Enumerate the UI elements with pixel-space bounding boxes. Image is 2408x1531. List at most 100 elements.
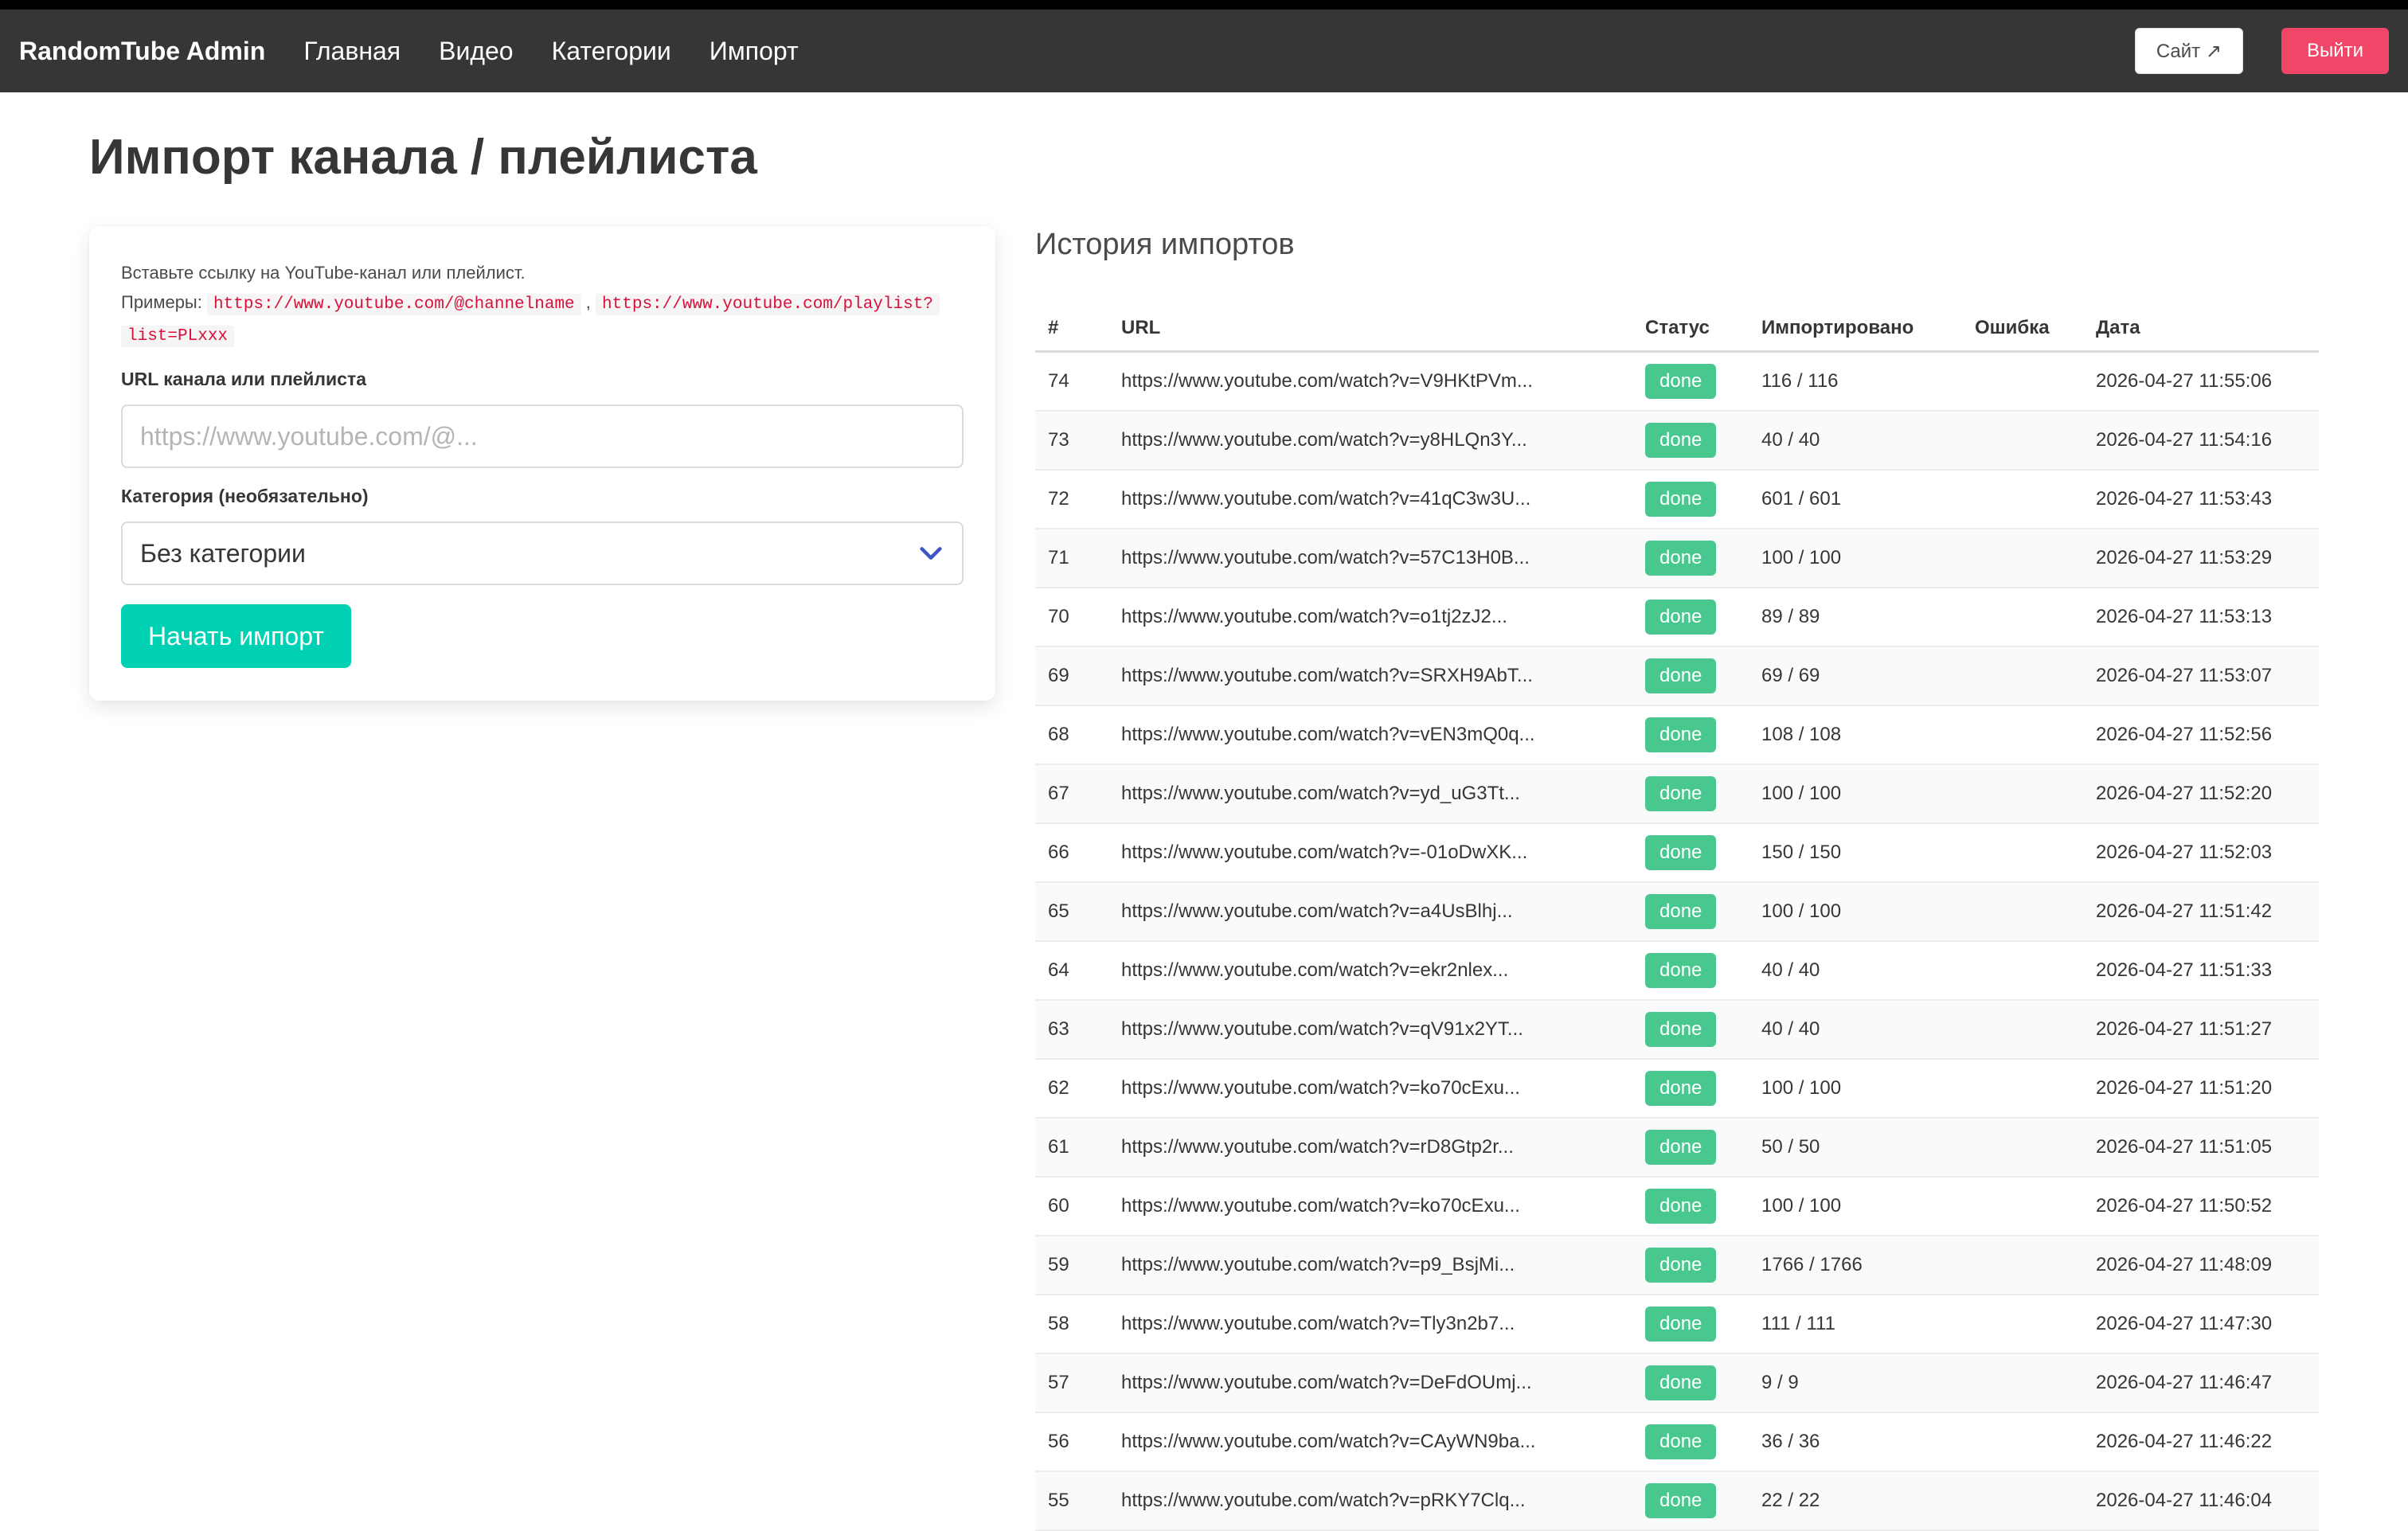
col-error: Ошибка [1975,306,2096,353]
nav-videos[interactable]: Видео [420,37,532,66]
row-error [1975,705,2096,765]
url-input[interactable] [121,404,964,468]
row-imported: 111 / 111 [1761,1295,1975,1354]
example-channel-url: https://www.youtube.com/@channelname [206,294,581,315]
example-playlist-url-part1: https://www.youtube.com/playlist? [596,294,940,315]
nav-home[interactable]: Главная [284,37,420,66]
row-date: 2026-04-27 11:51:05 [2096,1118,2319,1178]
row-url[interactable]: https://www.youtube.com/watch?v=CAyWN9ba… [1121,1412,1645,1472]
row-date: 2026-04-27 11:52:20 [2096,764,2319,824]
row-status-cell: done [1645,941,1761,1001]
row-imported: 40 / 40 [1761,1000,1975,1060]
row-url[interactable]: https://www.youtube.com/watch?v=qV91x2YT… [1121,1000,1645,1060]
status-badge: done [1645,776,1717,811]
table-row: 57 https://www.youtube.com/watch?v=DeFdOU… [1035,1353,2319,1413]
row-error [1975,823,2096,883]
row-error [1975,1000,2096,1060]
examples-separator: , [585,292,591,312]
examples-label: Примеры: [121,292,202,312]
nav-import[interactable]: Импорт [690,37,818,66]
row-url[interactable]: https://www.youtube.com/watch?v=rD8Gtp2r… [1121,1118,1645,1178]
navbar-actions: Сайт ↗ Выйти [2134,28,2389,74]
start-import-button[interactable]: Начать импорт [121,604,351,668]
row-url[interactable]: https://www.youtube.com/watch?v=vEN3mQ0q… [1121,705,1645,765]
row-id: 73 [1035,411,1121,471]
history-body: 74 https://www.youtube.com/watch?v=V9HKtP… [1035,351,2319,1531]
row-status-cell: done [1645,1000,1761,1060]
table-row: 67 https://www.youtube.com/watch?v=yd_uG3… [1035,764,2319,824]
col-status: Статус [1645,306,1761,353]
table-row: 68 https://www.youtube.com/watch?v=vEN3mQ… [1035,705,2319,765]
row-id: 66 [1035,823,1121,883]
table-row: 69 https://www.youtube.com/watch?v=SRXH9A… [1035,646,2319,706]
brand[interactable]: RandomTube Admin [19,37,265,66]
import-form-card: Вставьте ссылку на YouTube-канал или пле… [89,226,995,701]
row-status-cell: done [1645,646,1761,706]
row-url[interactable]: https://www.youtube.com/watch?v=41qC3w3U… [1121,470,1645,529]
row-url[interactable]: https://www.youtube.com/watch?v=SRXH9AbT… [1121,646,1645,706]
row-url[interactable]: https://www.youtube.com/watch?v=57C13H0B… [1121,529,1645,588]
row-date: 2026-04-27 11:46:22 [2096,1412,2319,1472]
table-row: 62 https://www.youtube.com/watch?v=ko70cE… [1035,1059,2319,1119]
help-text: Вставьте ссылку на YouTube-канал или пле… [121,258,964,351]
row-url[interactable]: https://www.youtube.com/watch?v=a4UsBlhj… [1121,882,1645,942]
row-url[interactable]: https://www.youtube.com/watch?v=ekr2nlex… [1121,941,1645,1001]
status-badge: done [1645,541,1717,576]
row-id: 62 [1035,1059,1121,1119]
status-badge: done [1645,423,1717,458]
row-error [1975,646,2096,706]
status-badge: done [1645,1306,1717,1342]
row-date: 2026-04-27 11:46:47 [2096,1353,2319,1413]
site-button[interactable]: Сайт ↗ [2134,28,2243,74]
status-badge: done [1645,600,1717,635]
status-badge: done [1645,835,1717,870]
row-url[interactable]: https://www.youtube.com/watch?v=yd_uG3Tt… [1121,764,1645,824]
row-status-cell: done [1645,705,1761,765]
row-url[interactable]: https://www.youtube.com/watch?v=ko70cExu… [1121,1177,1645,1236]
row-url[interactable]: https://www.youtube.com/watch?v=Tly3n2b7… [1121,1295,1645,1354]
row-imported: 36 / 36 [1761,1412,1975,1472]
row-url[interactable]: https://www.youtube.com/watch?v=pRKY7Clq… [1121,1471,1645,1531]
status-badge: done [1645,1071,1717,1106]
row-url[interactable]: https://www.youtube.com/watch?v=-01oDwXK… [1121,823,1645,883]
row-imported: 150 / 150 [1761,823,1975,883]
status-badge: done [1645,1365,1717,1400]
row-error [1975,1412,2096,1472]
row-date: 2026-04-27 11:55:06 [2096,351,2319,412]
col-id: # [1035,306,1121,353]
row-imported: 601 / 601 [1761,470,1975,529]
table-row: 55 https://www.youtube.com/watch?v=pRKY7C… [1035,1471,2319,1531]
row-url[interactable]: https://www.youtube.com/watch?v=DeFdOUmj… [1121,1353,1645,1413]
row-date: 2026-04-27 11:48:09 [2096,1236,2319,1295]
row-status-cell: done [1645,1412,1761,1472]
top-stripe [0,0,2408,10]
row-url[interactable]: https://www.youtube.com/watch?v=o1tj2zJ2… [1121,588,1645,647]
row-url[interactable]: https://www.youtube.com/watch?v=p9_BsjMi… [1121,1236,1645,1295]
row-id: 67 [1035,764,1121,824]
row-url[interactable]: https://www.youtube.com/watch?v=V9HKtPVm… [1121,351,1645,412]
nav-categories[interactable]: Категории [533,37,690,66]
row-error [1975,529,2096,588]
row-date: 2026-04-27 11:54:16 [2096,411,2319,471]
logout-button[interactable]: Выйти [2281,28,2389,74]
chevron-down-icon [920,547,942,560]
row-id: 71 [1035,529,1121,588]
status-badge: done [1645,482,1717,517]
row-url[interactable]: https://www.youtube.com/watch?v=ko70cExu… [1121,1059,1645,1119]
row-date: 2026-04-27 11:50:52 [2096,1177,2319,1236]
row-imported: 100 / 100 [1761,529,1975,588]
row-date: 2026-04-27 11:52:03 [2096,823,2319,883]
row-error [1975,470,2096,529]
row-id: 60 [1035,1177,1121,1236]
row-id: 63 [1035,1000,1121,1060]
row-date: 2026-04-27 11:53:07 [2096,646,2319,706]
row-url[interactable]: https://www.youtube.com/watch?v=y8HLQn3Y… [1121,411,1645,471]
row-imported: 40 / 40 [1761,941,1975,1001]
row-status-cell: done [1645,764,1761,824]
table-row: 72 https://www.youtube.com/watch?v=41qC3w… [1035,470,2319,529]
examples-line-2: list=PLxxx [121,319,964,351]
row-error [1975,764,2096,824]
row-error [1975,882,2096,942]
category-select[interactable]: Без категории [121,521,964,585]
row-imported: 1766 / 1766 [1761,1236,1975,1295]
